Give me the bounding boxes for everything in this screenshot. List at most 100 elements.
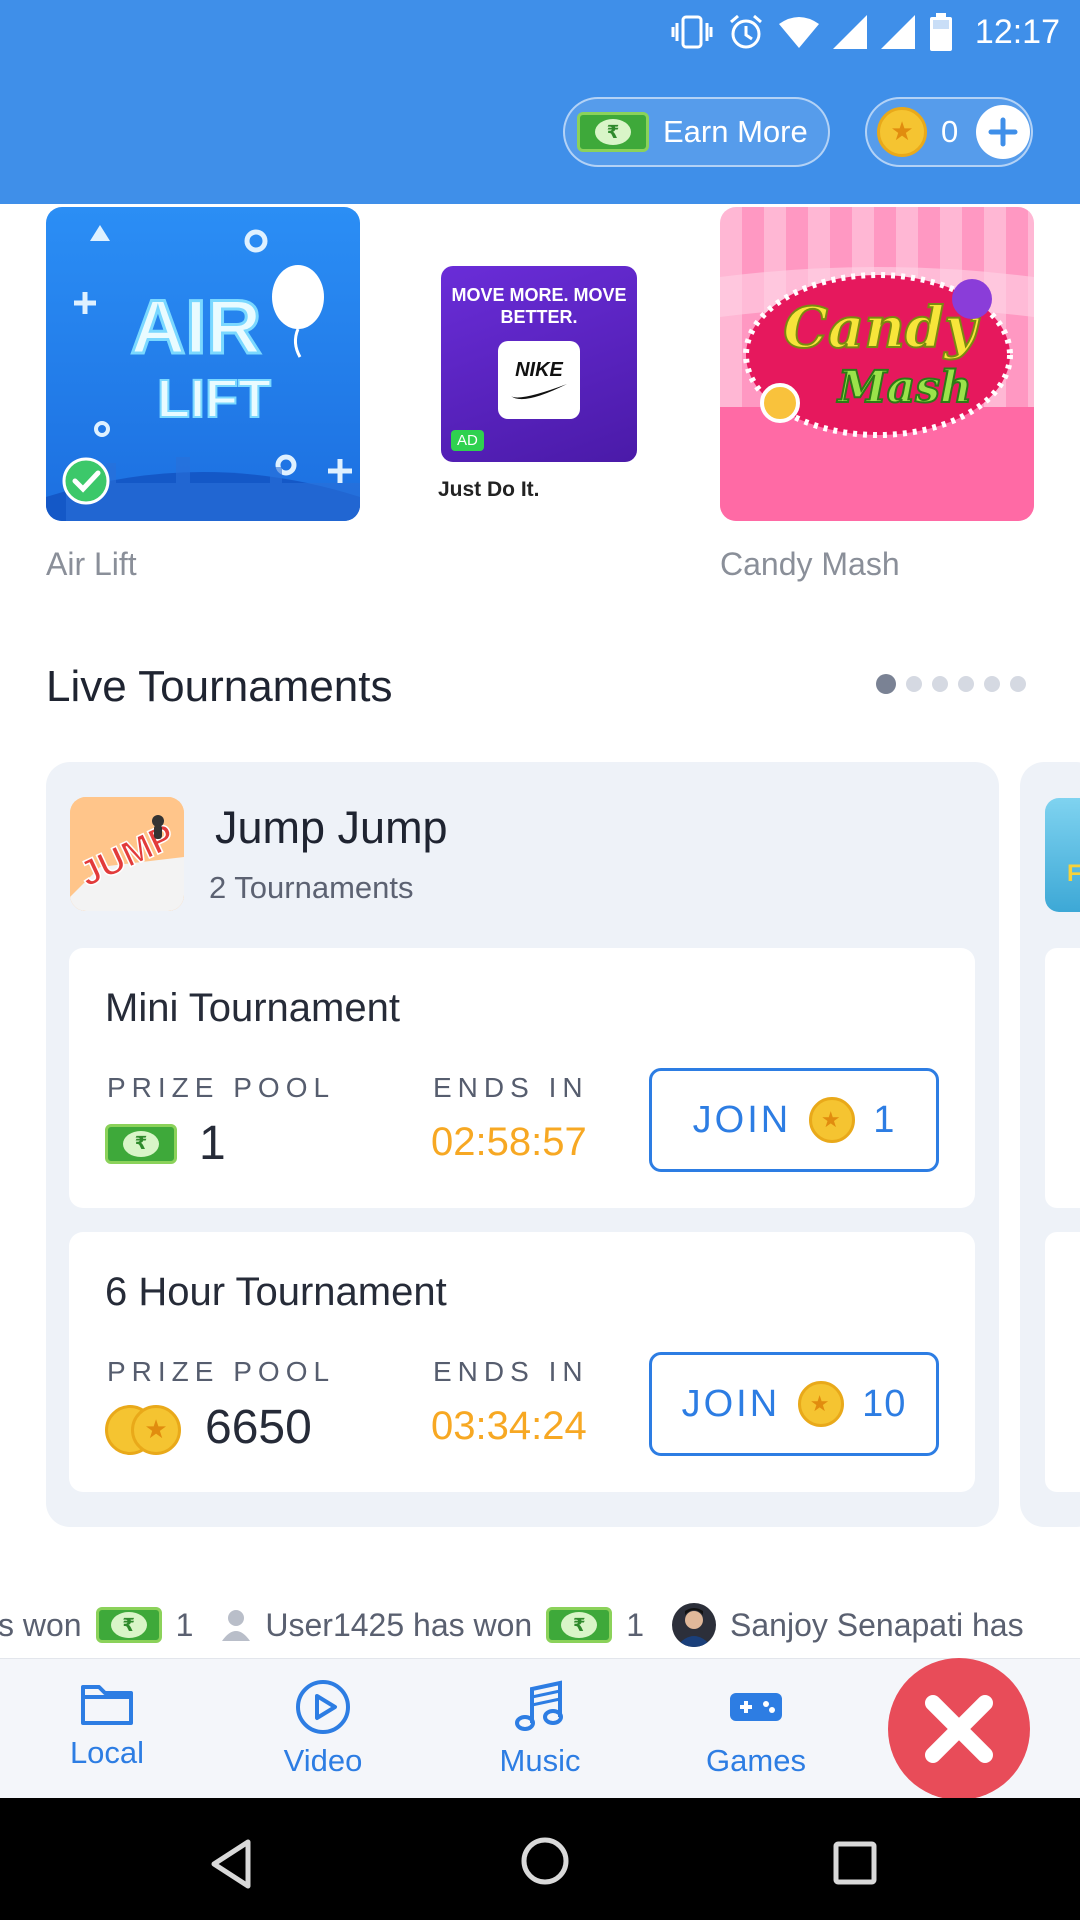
- jump-jump-icon: JUMP: [70, 797, 184, 911]
- ticker-text: User1425 has won: [265, 1606, 533, 1643]
- clock-time: 12:17: [974, 12, 1060, 51]
- next-card-row: [1045, 948, 1080, 1208]
- page-dot[interactable]: [984, 676, 1000, 692]
- ad-badge: AD: [451, 430, 484, 451]
- coin-balance[interactable]: ★ 0: [865, 97, 1033, 167]
- next-card-row: [1045, 1232, 1080, 1492]
- air-lift-title: Air Lift: [46, 546, 137, 582]
- avatar: [672, 1603, 717, 1647]
- air-lift-art-text-2: LIFT: [157, 369, 271, 429]
- cash-icon: ₹: [105, 1123, 177, 1164]
- nav-label: Games: [706, 1743, 806, 1778]
- nav-item-local[interactable]: Local: [22, 1679, 192, 1771]
- nav-label: Local: [69, 1735, 145, 1770]
- top-header: 12:17 ₹ Earn More ★ 0: [0, 0, 1080, 204]
- countdown-timer: 02:58:57: [431, 1120, 587, 1164]
- cash-icon: ₹: [577, 112, 649, 152]
- page-dot[interactable]: [906, 676, 922, 692]
- prize-pool: ₹ 1: [105, 1116, 226, 1171]
- coin-icon: ★: [809, 1097, 856, 1143]
- battery-icon: [929, 13, 952, 51]
- air-lift-art: AIR LIFT: [46, 225, 360, 521]
- page-dot[interactable]: [876, 674, 896, 694]
- cash-icon: ₹: [95, 1607, 162, 1643]
- gamepad-icon: [730, 1693, 782, 1721]
- live-tournaments-heading: Live Tournaments: [46, 662, 393, 711]
- air-lift-art-text-1: AIR: [131, 285, 262, 370]
- candy-mash-title: Candy Mash: [720, 546, 900, 582]
- prize-pool: ★ 6650: [105, 1400, 312, 1455]
- nav-item-video[interactable]: Video: [238, 1679, 408, 1779]
- signal-icon: [832, 15, 867, 49]
- alarm-icon: [729, 14, 762, 49]
- status-bar: 12:17: [671, 12, 1060, 52]
- coin-icon: ★: [798, 1381, 845, 1427]
- candy-mash-art-text-1: Candy: [783, 295, 980, 361]
- prize-amount: 6650: [205, 1401, 312, 1454]
- entry-cost: 10: [862, 1382, 907, 1425]
- coin-count: 0: [941, 114, 959, 149]
- tournament-row[interactable]: Mini Tournament PRIZE POOL ENDS IN ₹ 1 0…: [69, 948, 975, 1208]
- tournament-name: Mini Tournament: [105, 986, 400, 1030]
- system-nav-bar: [0, 1798, 1080, 1920]
- prize-pool-label: PRIZE POOL: [107, 1356, 336, 1387]
- add-coins-button[interactable]: [976, 105, 1031, 159]
- join-label: JOIN: [681, 1382, 781, 1425]
- page-dot[interactable]: [1010, 676, 1026, 692]
- game-name: Jump Jump: [215, 802, 448, 853]
- page-dot[interactable]: [932, 676, 948, 692]
- candy-mash-art-text-2: Mash: [836, 362, 972, 413]
- ticker-text: Sanjoy Senapati has: [730, 1606, 1024, 1643]
- nike-ad-tile[interactable]: MOVE MORE. MOVE BETTER. NIKE AD: [441, 266, 637, 462]
- recents-icon[interactable]: [832, 1840, 878, 1886]
- earn-more-button[interactable]: ₹ Earn More: [563, 97, 830, 167]
- page-dot[interactable]: [958, 676, 974, 692]
- close-button[interactable]: [888, 1658, 1030, 1800]
- music-note-icon: [515, 1680, 563, 1731]
- join-label: JOIN: [692, 1098, 792, 1141]
- candy-mash-art: Candy Mash: [720, 267, 1034, 521]
- coin-icon: ★: [877, 107, 927, 157]
- close-icon: [925, 1695, 993, 1763]
- ticker-amount: 1: [626, 1606, 645, 1643]
- countdown-timer: 03:34:24: [431, 1404, 587, 1448]
- home-icon[interactable]: [520, 1836, 570, 1886]
- ends-in-label: ENDS IN: [433, 1356, 589, 1387]
- tournament-count: 2 Tournaments: [209, 870, 414, 905]
- nav-item-music[interactable]: Music: [455, 1679, 625, 1779]
- ends-in-label: ENDS IN: [433, 1072, 589, 1103]
- ticker-amount: 1: [175, 1606, 194, 1643]
- back-icon[interactable]: [208, 1838, 254, 1890]
- next-game-icon: FL: [1045, 798, 1080, 912]
- ticker-item: User1425 has won ₹ 1: [221, 1607, 644, 1644]
- app-root: 12:17 ₹ Earn More ★ 0 AIR LIFT Air Lift …: [0, 0, 1080, 1920]
- nike-brand: NIKE: [515, 358, 563, 381]
- join-button[interactable]: JOIN ★ 1: [649, 1068, 939, 1172]
- play-circle-icon: [296, 1680, 350, 1734]
- tournament-row[interactable]: 6 Hour Tournament PRIZE POOL ENDS IN ★ 6…: [69, 1232, 975, 1492]
- winners-ticker: s won ₹ 1 User1425 has won ₹ 1 Sanjoy Se…: [0, 1596, 1080, 1654]
- prize-amount: 1: [199, 1117, 226, 1170]
- ad-caption: Just Do It.: [438, 478, 540, 501]
- user-icon: [222, 1610, 251, 1641]
- nav-item-games[interactable]: Games: [671, 1679, 841, 1779]
- ad-headline: MOVE MORE. MOVE BETTER.: [451, 285, 627, 327]
- tournament-name: 6 Hour Tournament: [105, 1270, 447, 1314]
- folder-icon: [81, 1685, 133, 1725]
- game-tile-candy-mash[interactable]: Candy Mash: [720, 207, 1034, 521]
- game-tile-air-lift[interactable]: AIR LIFT: [46, 207, 360, 521]
- earn-more-label: Earn More: [663, 114, 808, 149]
- signal-icon-2: [880, 15, 915, 49]
- swoosh-icon: [511, 383, 567, 399]
- coin-stack-icon: ★: [105, 1403, 183, 1455]
- carousel-pagination: [876, 674, 1026, 694]
- ticker-item: s won ₹ 1: [0, 1607, 193, 1644]
- entry-cost: 1: [873, 1098, 896, 1141]
- ticker-item: Sanjoy Senapati has: [672, 1603, 1024, 1647]
- prize-pool-label: PRIZE POOL: [107, 1072, 336, 1103]
- cash-icon: ₹: [546, 1607, 613, 1643]
- ticker-text: s won: [0, 1606, 82, 1643]
- nav-label: Video: [283, 1743, 363, 1778]
- join-button[interactable]: JOIN ★ 10: [649, 1352, 939, 1456]
- plus-icon: [988, 117, 1018, 147]
